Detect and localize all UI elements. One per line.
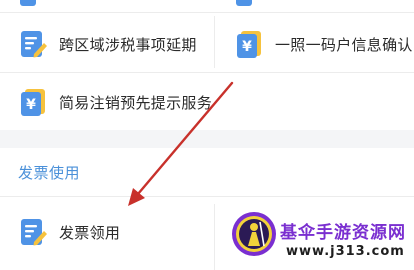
service-invoice-claim[interactable]: 发票领用 bbox=[18, 212, 120, 252]
svg-text:¥: ¥ bbox=[242, 39, 252, 55]
document-edit-icon bbox=[21, 31, 47, 58]
row-divider bbox=[0, 12, 414, 13]
service-one-license-info-confirm[interactable]: ¥ 一照一码户信息确认 bbox=[234, 24, 413, 64]
watermark-title: 基伞手游资源网 bbox=[280, 223, 406, 243]
service-simple-cancellation-notice[interactable]: ¥ 简易注销预先提示服务 bbox=[18, 82, 212, 122]
row-divider bbox=[0, 72, 414, 73]
svg-text:¥: ¥ bbox=[26, 97, 36, 113]
row-divider bbox=[0, 196, 414, 197]
previous-row-cutoff bbox=[0, 0, 414, 12]
service-label: 一照一码户信息确认 bbox=[275, 35, 413, 54]
cutoff-icon-right bbox=[236, 0, 252, 6]
column-divider bbox=[214, 16, 215, 68]
section-separator bbox=[0, 130, 414, 148]
service-label: 简易注销预先提示服务 bbox=[59, 93, 213, 112]
service-label: 发票领用 bbox=[59, 223, 121, 242]
service-label: 跨区域涉税事项延期 bbox=[59, 35, 197, 54]
service-cross-region-extension[interactable]: 跨区域涉税事项延期 bbox=[18, 24, 197, 64]
tax-service-screen: 跨区域涉税事项延期 ¥ 一照一码户信息确认 ¥ 简易注销预先提示服务 发票使用 bbox=[0, 0, 414, 270]
column-divider bbox=[214, 204, 215, 270]
watermark-url: www.j313.com bbox=[286, 244, 405, 259]
site-watermark: 基伞手游资源网 www.j313.com bbox=[230, 206, 414, 270]
cutoff-icon-left bbox=[20, 0, 36, 6]
warrior-logo-icon bbox=[232, 212, 276, 256]
yuan-card-icon: ¥ bbox=[21, 89, 45, 116]
yuan-card-icon: ¥ bbox=[237, 31, 261, 58]
document-edit-icon bbox=[21, 219, 47, 246]
section-title-invoice-use: 发票使用 bbox=[18, 164, 81, 182]
